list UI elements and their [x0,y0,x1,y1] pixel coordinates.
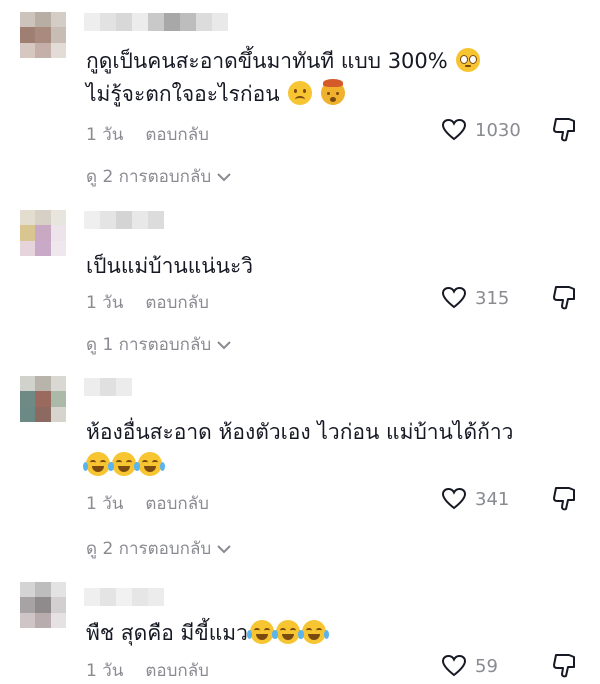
dislike-button[interactable] [552,116,578,148]
comment-meta: 1 วัน ตอบกลับ [86,490,209,517]
comment-text: ห้องอื่นสะอาด ห้องตัวเอง ไวก่อน แม่บ้านไ… [83,416,586,482]
tears-of-joy-emoji [298,620,329,644]
comment-time: 1 วัน [86,125,124,145]
view-replies-button[interactable]: ดู 2 การตอบกลับ [86,535,231,562]
reply-button[interactable]: ตอบกลับ [145,657,209,684]
username-blurred[interactable] [84,13,228,31]
avatar[interactable] [20,210,66,256]
thumbs-down-icon [553,286,575,310]
tears-of-joy-emoji [246,620,277,644]
like-button[interactable]: 315 [441,286,509,310]
tears-of-joy-emoji [83,452,113,476]
like-button[interactable]: 59 [441,654,498,678]
comment-text: กูดูเป็นคนสะอาดขึ้นมาทันที แบบ 300% ไม่ร… [86,45,586,111]
thumbs-down-icon [553,654,575,678]
comment-text: เป็นแม่บ้านแน่นะวิ [86,254,254,278]
like-count: 315 [475,287,510,309]
like-button[interactable]: 341 [441,487,509,511]
chevron-down-icon [217,172,231,181]
chevron-down-icon [217,544,231,553]
like-button[interactable]: 1030 [441,118,521,142]
avatar[interactable] [20,12,66,58]
heart-icon [441,118,467,141]
flushed-face-emoji [456,48,481,72]
avatar[interactable] [20,582,66,628]
reply-button[interactable]: ตอบกลับ [145,289,209,316]
tears-of-joy-emoji [135,452,165,476]
dislike-button[interactable] [552,485,578,517]
username-blurred[interactable] [84,378,132,396]
username-blurred[interactable] [84,211,164,229]
tears-of-joy-emoji [109,452,139,476]
heart-icon [441,487,467,510]
heart-icon [441,286,467,309]
comment-time: 1 วัน [86,661,124,681]
comment-meta: 1 วัน ตอบกลับ [86,121,209,148]
tears-of-joy-emoji [272,620,303,644]
comment-text: พืช สุดคือ มีขี้แมว [86,617,586,650]
thumbs-down-icon [553,118,575,142]
worried-face-emoji [288,81,313,105]
like-count: 1030 [475,119,521,141]
reply-button[interactable]: ตอบกลับ [145,121,209,148]
exploding-head-emoji [320,79,345,105]
comment-time: 1 วัน [86,494,124,514]
reply-button[interactable]: ตอบกลับ [145,490,209,517]
view-replies-button[interactable]: ดู 1 การตอบกลับ [86,331,231,358]
chevron-down-icon [217,340,231,349]
comment-time: 1 วัน [86,293,124,313]
thumbs-down-icon [553,487,575,511]
heart-icon [441,654,467,677]
avatar[interactable] [20,376,66,422]
dislike-button[interactable] [552,284,578,316]
comment-meta: 1 วัน ตอบกลับ [86,289,209,316]
like-count: 341 [475,488,510,510]
like-count: 59 [475,655,498,677]
username-blurred[interactable] [84,588,164,606]
view-replies-button[interactable]: ดู 2 การตอบกลับ [86,163,231,190]
comment-meta: 1 วัน ตอบกลับ [86,657,209,684]
dislike-button[interactable] [552,652,578,684]
